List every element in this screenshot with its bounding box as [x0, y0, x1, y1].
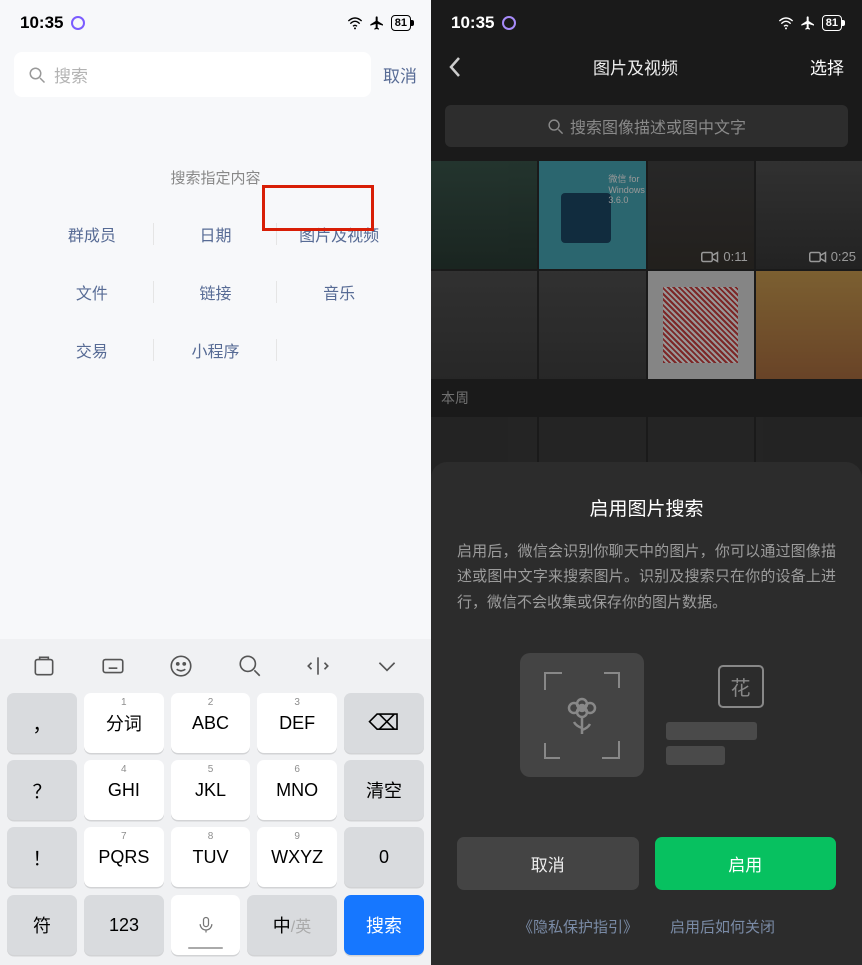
category-heading: 搜索指定内容 [0, 167, 431, 188]
key-6[interactable]: 6MNO [257, 760, 337, 820]
nav-bar: 图片及视频 选择 [431, 42, 862, 91]
thumbnail[interactable] [431, 271, 537, 379]
key-5[interactable]: 5JKL [171, 760, 251, 820]
keyboard-grid: ， 1分词 2ABC 3DEF ⌫ ？ 4GHI 5JKL 6MNO 清空 ！ … [0, 693, 431, 895]
status-dot-icon [71, 16, 85, 30]
key-8[interactable]: 8TUV [171, 827, 251, 887]
status-time: 10:35 [20, 13, 85, 33]
clipboard-icon[interactable] [31, 653, 57, 679]
category-grid: 群成员 日期 图片及视频 文件 链接 音乐 交易 小程序 [0, 216, 431, 368]
status-bar: 10:35 81 [431, 0, 862, 42]
page-title: 图片及视频 [593, 54, 678, 79]
gallery-grid: 微信 for Windows 3.6.0 0:11 0:25 [431, 161, 862, 379]
key-2[interactable]: 2ABC [171, 693, 251, 753]
category-members[interactable]: 群成员 [30, 216, 154, 252]
thumbnail[interactable] [431, 161, 537, 269]
search-placeholder: 搜索 [54, 62, 88, 87]
modal-illustration: 花 [457, 653, 836, 777]
status-bar: 10:35 81 [0, 0, 431, 42]
status-icons: 81 [347, 15, 411, 31]
key-language[interactable]: 中/英 [247, 895, 337, 955]
modal-buttons: 取消 启用 [457, 837, 836, 890]
search-row: 搜索 取消 [0, 42, 431, 107]
category-date[interactable]: 日期 [154, 216, 278, 252]
thumbnail[interactable]: 0:11 [648, 161, 754, 269]
video-icon [701, 250, 719, 264]
keyboard: ， 1分词 2ABC 3DEF ⌫ ？ 4GHI 5JKL 6MNO 清空 ！ … [0, 639, 431, 965]
collapse-icon[interactable] [374, 653, 400, 679]
section-label: 本周 [431, 379, 862, 417]
thumbnail[interactable] [756, 271, 862, 379]
battery-icon: 81 [391, 15, 411, 31]
modal-title: 启用图片搜索 [457, 494, 836, 521]
key-exclaim[interactable]: ！ [7, 827, 77, 887]
key-1[interactable]: 1分词 [84, 693, 164, 753]
cursor-icon[interactable] [305, 653, 331, 679]
key-search[interactable]: 搜索 [344, 895, 424, 955]
wifi-icon [347, 15, 363, 31]
video-icon [809, 250, 827, 264]
illustration-result-card: 花 [666, 665, 774, 765]
key-zero[interactable]: 0 [344, 827, 424, 887]
key-7[interactable]: 7PQRS [84, 827, 164, 887]
key-question[interactable]: ？ [7, 760, 77, 820]
cancel-button[interactable]: 取消 [457, 837, 639, 890]
thumbnail[interactable]: 微信 for Windows 3.6.0 [539, 161, 645, 269]
category-links[interactable]: 链接 [154, 274, 278, 310]
key-symbols[interactable]: 符 [7, 895, 77, 955]
emoji-icon[interactable] [168, 653, 194, 679]
search-placeholder: 搜索图像描述或图中文字 [570, 114, 746, 138]
select-button[interactable]: 选择 [810, 54, 844, 79]
back-icon[interactable] [449, 56, 461, 78]
left-screen: 10:35 81 搜索 取消 搜索指定内容 群成员 日期 图片及视频 文件 链接… [0, 0, 431, 965]
thumbnail[interactable] [648, 271, 754, 379]
key-numbers[interactable]: 123 [84, 895, 164, 955]
category-media[interactable]: 图片及视频 [277, 216, 401, 252]
clock-text: 10:35 [451, 13, 494, 33]
category-music[interactable]: 音乐 [277, 274, 401, 310]
status-icons: 81 [778, 15, 842, 31]
category-transactions[interactable]: 交易 [30, 332, 154, 368]
flower-icon [562, 690, 602, 736]
modal-description: 启用后，微信会识别你聊天中的图片，你可以通过图像描述或图中文字来搜索图片。识别及… [457, 539, 836, 616]
search-icon [28, 66, 46, 84]
illustration-scan-card [520, 653, 644, 777]
clock-text: 10:35 [20, 13, 63, 33]
howto-link[interactable]: 启用后如何关闭 [670, 916, 775, 937]
privacy-link[interactable]: 《隐私保护指引》 [518, 916, 638, 937]
airplane-icon [369, 15, 385, 31]
keyboard-layout-icon[interactable] [100, 653, 126, 679]
search-tool-icon[interactable] [237, 653, 263, 679]
thumbnail[interactable]: 0:25 [756, 161, 862, 269]
right-screen: 10:35 81 图片及视频 选择 搜索图像描述或图中文字 微信 for Win… [431, 0, 862, 965]
thumbnail[interactable] [539, 271, 645, 379]
mic-icon [196, 915, 216, 935]
battery-icon: 81 [822, 15, 842, 31]
key-backspace[interactable]: ⌫ [344, 693, 424, 753]
key-clear[interactable]: 清空 [344, 760, 424, 820]
category-miniprogram[interactable]: 小程序 [154, 332, 278, 368]
search-icon [547, 118, 564, 135]
wifi-icon [778, 15, 794, 31]
status-time: 10:35 [451, 13, 516, 33]
search-input[interactable]: 搜索 [14, 52, 371, 97]
airplane-icon [800, 15, 816, 31]
key-comma[interactable]: ， [7, 693, 77, 753]
key-9[interactable]: 9WXYZ [257, 827, 337, 887]
status-dot-icon [502, 16, 516, 30]
enable-button[interactable]: 启用 [655, 837, 837, 890]
keyboard-toolbar [0, 639, 431, 693]
key-4[interactable]: 4GHI [84, 760, 164, 820]
category-files[interactable]: 文件 [30, 274, 154, 310]
key-3[interactable]: 3DEF [257, 693, 337, 753]
modal-links: 《隐私保护指引》 启用后如何关闭 [457, 916, 836, 937]
search-input[interactable]: 搜索图像描述或图中文字 [445, 105, 848, 147]
cancel-button[interactable]: 取消 [383, 62, 417, 87]
keyboard-bottom-row: 符 123 中/英 搜索 [0, 895, 431, 965]
key-space[interactable] [171, 895, 240, 955]
modal-sheet: 启用图片搜索 启用后，微信会识别你聊天中的图片，你可以通过图像描述或图中文字来搜… [431, 462, 862, 965]
